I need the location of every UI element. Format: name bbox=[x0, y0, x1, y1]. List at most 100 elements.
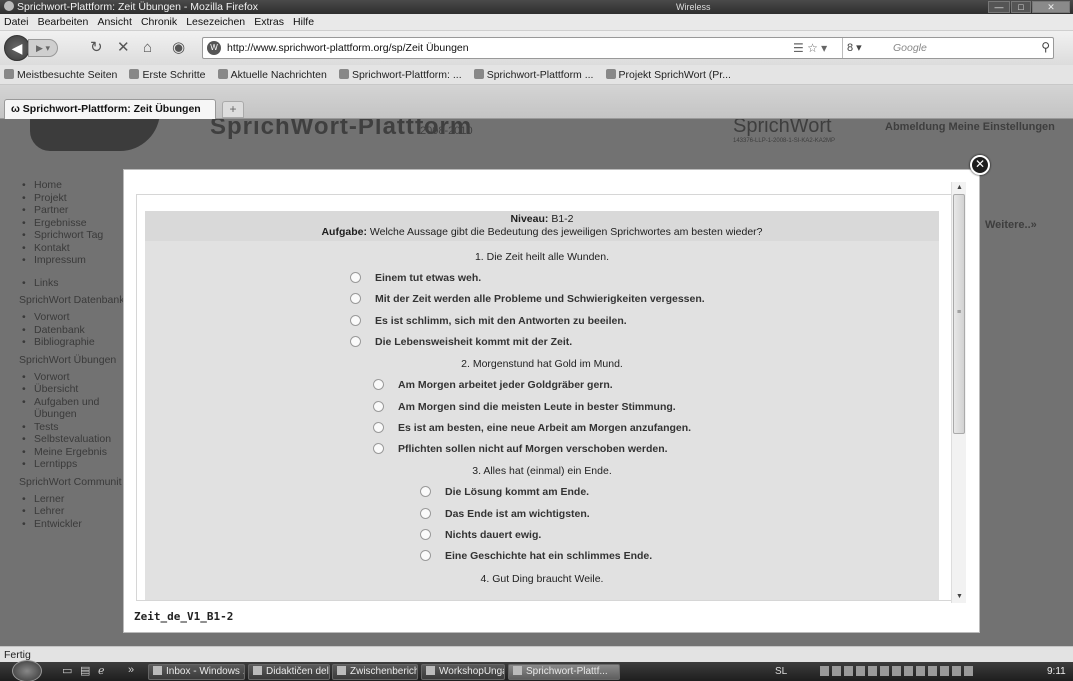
back-button[interactable]: ◀ bbox=[4, 35, 30, 61]
tray-icon[interactable] bbox=[904, 666, 913, 676]
tray-icon[interactable] bbox=[964, 666, 973, 676]
tray-icon[interactable] bbox=[940, 666, 949, 676]
tray-icon[interactable] bbox=[820, 666, 829, 676]
tab-strip: ω Sprichwort-Plattform: Zeit Übungen + bbox=[0, 85, 1073, 119]
tray-icon[interactable] bbox=[856, 666, 865, 676]
taskbar-button[interactable]: Sprichwort-Plattf... bbox=[508, 664, 620, 680]
maximize-button[interactable]: □ bbox=[1011, 1, 1031, 13]
system-tray-icons bbox=[820, 666, 973, 676]
tray-icon[interactable] bbox=[892, 666, 901, 676]
answer-option-label: Es ist schlimm, sich mit den Antworten z… bbox=[375, 314, 627, 327]
radio-button[interactable] bbox=[350, 272, 361, 283]
rss-feed-icon[interactable]: ☰ ☆ ▾ bbox=[793, 41, 827, 55]
answer-option[interactable]: Das Ende ist am wichtigsten. bbox=[420, 507, 590, 521]
tray-icon[interactable] bbox=[844, 666, 853, 676]
reload-icon[interactable]: ↻ bbox=[90, 38, 103, 58]
answer-option[interactable]: Am Morgen sind die meisten Leute in best… bbox=[373, 400, 676, 414]
answer-option[interactable]: Eine Geschichte hat ein schlimmes Ende. bbox=[420, 549, 652, 563]
menu-chronik[interactable]: Chronik bbox=[138, 14, 180, 31]
answer-option[interactable]: Die Lebensweisheit kommt mit der Zeit. bbox=[350, 335, 572, 349]
bookmark-item[interactable]: Sprichwort-Plattform: ... bbox=[335, 65, 467, 85]
tab-favicon: ω bbox=[11, 103, 23, 115]
quicklaunch-overflow-icon[interactable]: » bbox=[128, 664, 134, 676]
ie-icon[interactable]: ℯ bbox=[98, 664, 105, 677]
menu-bearbeiten[interactable]: Bearbeiten bbox=[35, 14, 92, 31]
menu-datei[interactable]: Datei bbox=[0, 14, 32, 31]
bookmark-item[interactable]: Erste Schritte bbox=[125, 65, 210, 85]
tab-active[interactable]: ω Sprichwort-Plattform: Zeit Übungen bbox=[4, 99, 216, 119]
radio-button[interactable] bbox=[350, 335, 361, 347]
answer-option[interactable]: Mit der Zeit werden alle Probleme und Sc… bbox=[350, 292, 705, 306]
language-indicator[interactable]: SL bbox=[775, 664, 787, 679]
network-label: Wireless bbox=[676, 2, 711, 12]
status-bar: Fertig bbox=[0, 646, 1073, 662]
bookmark-item[interactable]: Meistbesuchte Seiten bbox=[0, 65, 122, 85]
show-desktop-icon[interactable]: ▭ bbox=[62, 664, 72, 677]
scroll-thumb[interactable]: ≡ bbox=[953, 194, 965, 434]
radio-button[interactable] bbox=[420, 486, 431, 498]
minimize-button[interactable]: — bbox=[988, 1, 1010, 13]
site-logo-years: 2008-2010 bbox=[420, 125, 473, 137]
menu-lesezeichen[interactable]: Lesezeichen bbox=[183, 14, 248, 31]
answer-option[interactable]: Es ist schlimm, sich mit den Antworten z… bbox=[350, 314, 627, 328]
tray-icon[interactable] bbox=[868, 666, 877, 676]
answer-option[interactable]: Es ist am besten, eine neue Arbeit am Mo… bbox=[373, 421, 691, 435]
modal-scrollbar[interactable]: ▲ ≡ ▼ bbox=[951, 182, 966, 603]
search-icon[interactable]: ⚲ bbox=[1041, 40, 1050, 54]
tray-icon[interactable] bbox=[880, 666, 889, 676]
scroll-down-arrow[interactable]: ▼ bbox=[952, 591, 967, 603]
forward-button[interactable]: ▶ ▾ bbox=[28, 39, 58, 57]
radio-button[interactable] bbox=[373, 379, 384, 391]
answer-option[interactable]: Die Lösung kommt am Ende. bbox=[420, 485, 589, 499]
tray-icon[interactable] bbox=[928, 666, 937, 676]
firefox-icon bbox=[4, 1, 14, 11]
explorer-icon[interactable]: ▤ bbox=[80, 664, 90, 677]
taskbar-button[interactable]: Inbox - Windows ... bbox=[148, 664, 245, 680]
tray-icon[interactable] bbox=[916, 666, 925, 676]
tray-icon[interactable] bbox=[832, 666, 841, 676]
radio-button[interactable] bbox=[373, 421, 384, 433]
menu-hilfe[interactable]: Hilfe bbox=[290, 14, 317, 31]
search-engine-icon[interactable]: 8 ▾ bbox=[847, 41, 862, 54]
search-box[interactable]: 8 ▾ Google ⚲ bbox=[842, 38, 1054, 58]
menu-bar: Datei Bearbeiten Ansicht Chronik Lesezei… bbox=[0, 14, 1073, 31]
answer-option[interactable]: Nichts dauert ewig. bbox=[420, 528, 541, 542]
radio-button[interactable] bbox=[373, 443, 384, 455]
bookmark-item[interactable]: Aktuelle Nachrichten bbox=[214, 65, 332, 85]
radio-button[interactable] bbox=[420, 507, 431, 519]
bookmark-item[interactable]: Projekt SprichWort (Pr... bbox=[602, 65, 736, 85]
answer-option[interactable]: Pflichten sollen nicht auf Morgen versch… bbox=[373, 442, 668, 456]
url-text[interactable]: http://www.sprichwort-plattform.org/sp/Z… bbox=[227, 38, 469, 58]
radio-button[interactable] bbox=[420, 550, 431, 562]
answer-option-label: Eine Geschichte hat ein schlimmes Ende. bbox=[445, 550, 653, 563]
menu-ansicht[interactable]: Ansicht bbox=[94, 14, 134, 31]
title-bar: Sprichwort-Plattform: Zeit Übungen - Moz… bbox=[0, 0, 1073, 14]
address-bar[interactable]: W http://www.sprichwort-plattform.org/sp… bbox=[202, 37, 1054, 59]
radio-button[interactable] bbox=[373, 400, 384, 412]
answer-option-label: Mit der Zeit werden alle Probleme und Sc… bbox=[375, 293, 705, 306]
answer-option-label: Die Lösung kommt am Ende. bbox=[445, 486, 590, 499]
radio-button[interactable] bbox=[350, 314, 361, 326]
radio-button[interactable] bbox=[420, 529, 431, 540]
home-icon[interactable]: ⌂ bbox=[143, 38, 152, 58]
taskbar-button[interactable]: WorkshopUngarn... bbox=[421, 664, 505, 680]
account-links: Abmeldung Meine Einstellungen bbox=[885, 121, 1055, 133]
answer-option-label: Pflichten sollen nicht auf Morgen versch… bbox=[398, 443, 668, 456]
taskbar-button[interactable]: Didaktičen del pr... bbox=[248, 664, 330, 680]
answer-option[interactable]: Einem tut etwas weh. bbox=[350, 271, 481, 285]
taskbar-button[interactable]: Zwischenbericht z... bbox=[332, 664, 418, 680]
tray-icon[interactable] bbox=[952, 666, 961, 676]
stop-icon[interactable]: ✕ bbox=[117, 38, 130, 58]
bookmark-item[interactable]: Sprichwort-Plattform ... bbox=[470, 65, 599, 85]
clock[interactable]: 9:11 bbox=[1047, 664, 1066, 679]
menu-extras[interactable]: Extras bbox=[251, 14, 287, 31]
scroll-up-arrow[interactable]: ▲ bbox=[952, 182, 967, 194]
page-status-icon: ◉ bbox=[172, 39, 186, 56]
answer-option[interactable]: Am Morgen arbeitet jeder Goldgräber gern… bbox=[373, 378, 613, 392]
start-button[interactable] bbox=[12, 660, 42, 681]
site-identity-icon[interactable]: W bbox=[207, 41, 221, 55]
radio-button[interactable] bbox=[350, 293, 361, 305]
new-tab-button[interactable]: + bbox=[222, 101, 244, 118]
close-modal-icon[interactable]: ✕ bbox=[970, 155, 990, 175]
close-window-button[interactable]: ✕ bbox=[1032, 1, 1070, 13]
